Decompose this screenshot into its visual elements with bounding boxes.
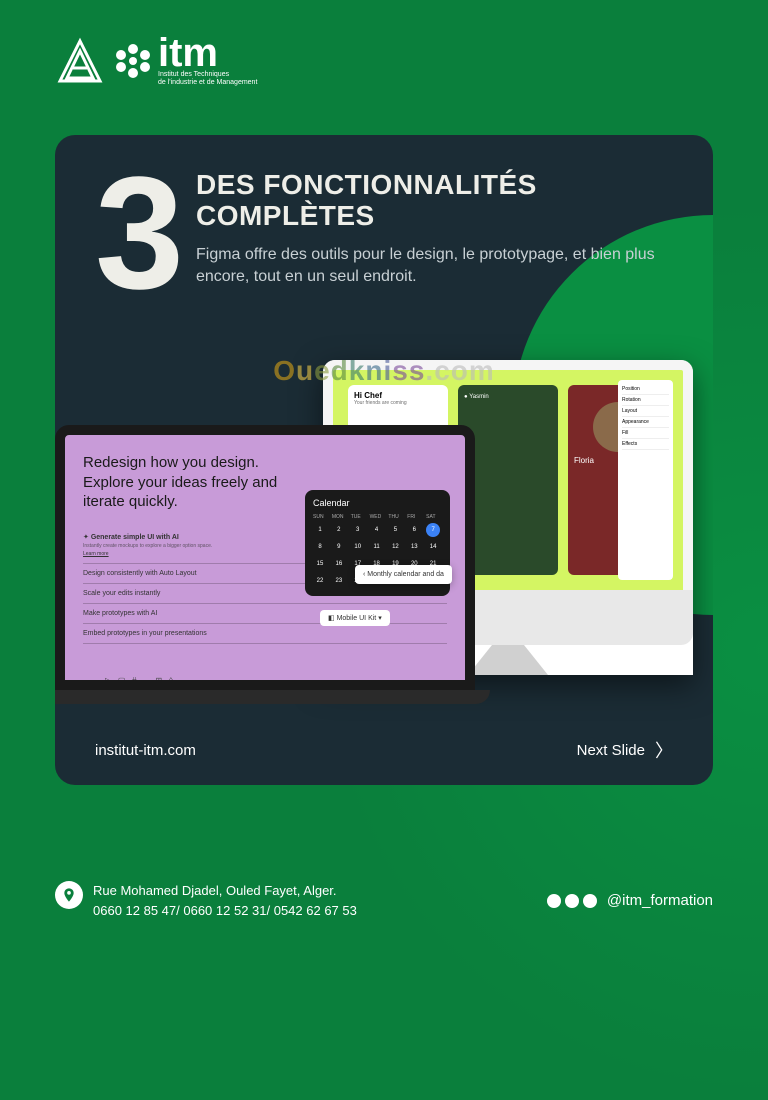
day-h: TUE xyxy=(351,514,367,520)
feature-item: Embed prototypes in your presentations xyxy=(83,624,447,644)
logo-text: itm Institut des Techniques de l'industr… xyxy=(158,35,257,88)
social-dots-icon xyxy=(547,894,597,908)
next-label: Next Slide xyxy=(577,742,645,759)
popup-text: Monthly calendar and da xyxy=(367,571,444,578)
location-pin-icon xyxy=(55,881,83,909)
card-footer: institut-itm.com Next Slide 〉 xyxy=(95,737,673,763)
social-handle[interactable]: @itm_formation xyxy=(607,892,713,909)
day-h: SAT xyxy=(426,514,442,520)
feature-h-0: Generate simple UI with AI xyxy=(91,534,179,541)
imac-properties-panel: Position Rotation Layout Appearance Fill… xyxy=(618,380,673,580)
prop-row: Appearance xyxy=(622,417,669,428)
phones: 0660 12 85 47/ 0660 12 52 31/ 0542 62 67… xyxy=(93,901,357,921)
prop-row: Position xyxy=(622,384,669,395)
imac-card-title-0: Hi Chef xyxy=(354,391,382,400)
brand-name: itm xyxy=(158,35,257,71)
logo-flower-icon xyxy=(113,41,153,81)
chevron-right-icon: 〉 xyxy=(655,737,673,763)
hero-section: 3 DES FONCTIONNALITÉS COMPLÈTES Figma of… xyxy=(55,135,713,301)
brand-subtitle-1: Institut des Techniques xyxy=(158,71,257,79)
feature-item: Make prototypes with AI xyxy=(83,604,447,624)
day-h: SUN xyxy=(313,514,329,520)
imac-stand xyxy=(468,645,548,675)
next-slide-button[interactable]: Next Slide 〉 xyxy=(577,737,673,763)
laptop-title-1: Redesign how you design. xyxy=(83,453,447,473)
day-h: FRI xyxy=(407,514,423,520)
hero-title-2: COMPLÈTES xyxy=(196,201,673,232)
hero-number: 3 xyxy=(95,165,176,301)
brand-subtitle-2: de l'industrie et de Management xyxy=(158,79,257,87)
imac-card-title-1: Yasmin xyxy=(469,394,489,400)
mobile-ui-kit-chip: ◧ Mobile UI Kit ▾ xyxy=(320,610,390,626)
contact-block: Rue Mohamed Djadel, Ouled Fayet, Alger. … xyxy=(55,881,357,920)
prop-row: Rotation xyxy=(622,395,669,406)
logo-a-icon xyxy=(55,36,105,86)
hero-text: DES FONCTIONNALITÉS COMPLÈTES Figma offr… xyxy=(196,165,673,301)
prop-row: Fill xyxy=(622,428,669,439)
main-card: 3 DES FONCTIONNALITÉS COMPLÈTES Figma of… xyxy=(55,135,713,785)
device-mockups: Hi Chef Your friends are coming ● Yasmin… xyxy=(55,360,713,740)
header: itm Institut des Techniques de l'industr… xyxy=(0,0,768,123)
website-link[interactable]: institut-itm.com xyxy=(95,742,196,759)
social-block: @itm_formation xyxy=(547,892,713,909)
hero-title-1: DES FONCTIONNALITÉS xyxy=(196,170,673,201)
calendar-widget: Calendar SUN MON TUE WED THU FRI SAT 123… xyxy=(305,490,450,596)
day-h: MON xyxy=(332,514,348,520)
address: Rue Mohamed Djadel, Ouled Fayet, Alger. xyxy=(93,881,357,901)
laptop-screen: Redesign how you design. Explore your id… xyxy=(55,425,475,690)
toolbar-icons: ▷ ▢ # ─ ⊞ ◊ xyxy=(105,676,173,685)
day-h: THU xyxy=(388,514,404,520)
calendar-popup: ‹ Monthly calendar and da xyxy=(355,565,452,584)
laptop-base xyxy=(55,690,490,704)
laptop-mockup: Redesign how you design. Explore your id… xyxy=(55,425,475,704)
prop-row: Layout xyxy=(622,406,669,417)
prop-row: Effects xyxy=(622,439,669,450)
imac-card-sub-0: Your friends are coming xyxy=(354,400,442,406)
calendar-title: Calendar xyxy=(313,498,442,508)
calendar-day-headers: SUN MON TUE WED THU FRI SAT xyxy=(313,514,442,520)
kit-text: Mobile UI Kit xyxy=(337,615,377,622)
contact-text: Rue Mohamed Djadel, Ouled Fayet, Alger. … xyxy=(93,881,357,920)
watermark: Ouedkniss.com xyxy=(273,355,495,387)
day-h: WED xyxy=(370,514,386,520)
hero-description: Figma offre des outils pour le design, l… xyxy=(196,244,673,289)
page-footer: Rue Mohamed Djadel, Ouled Fayet, Alger. … xyxy=(55,881,713,920)
